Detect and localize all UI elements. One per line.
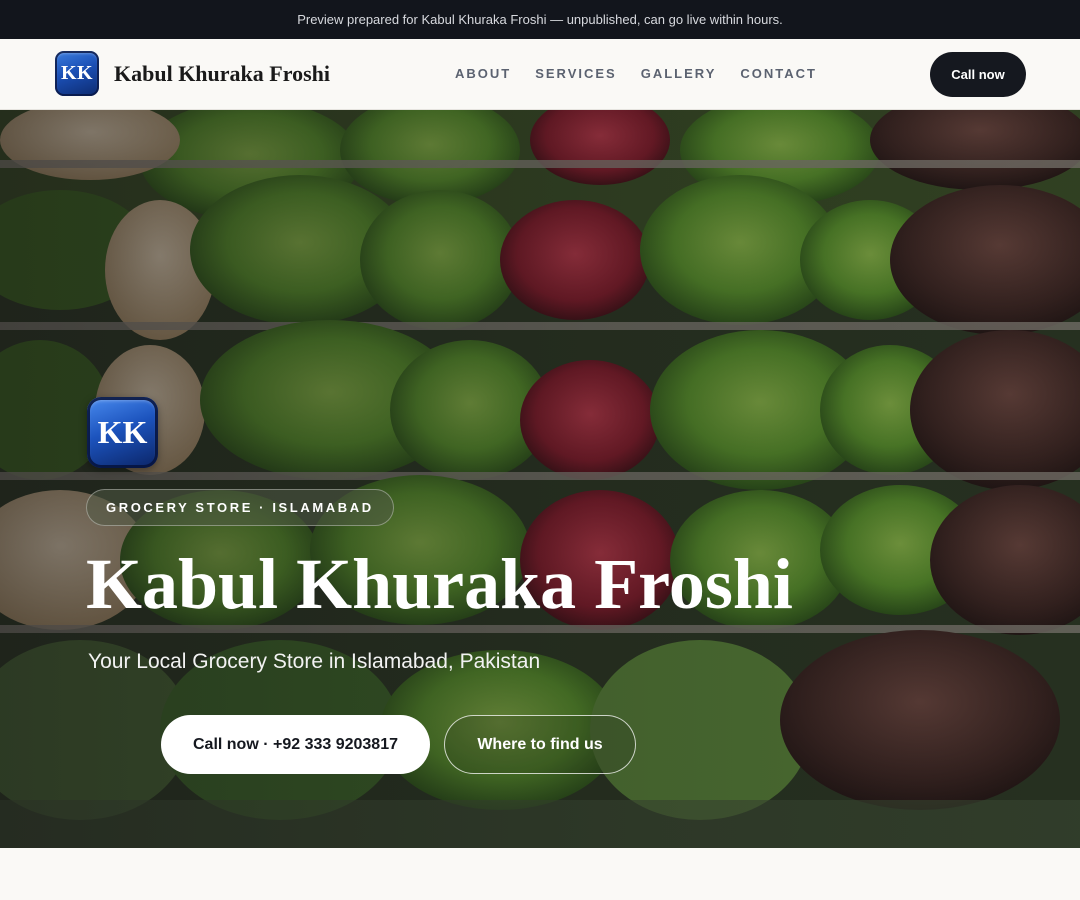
primary-nav: ABOUT SERVICES GALLERY CONTACT xyxy=(455,66,841,81)
hero-category-text: GROCERY STORE · ISLAMABAD xyxy=(106,500,374,515)
hero-category-badge: GROCERY STORE · ISLAMABAD xyxy=(86,489,394,526)
nav-call-button[interactable]: Call now xyxy=(930,52,1026,97)
hero-find-us-button[interactable]: Where to find us xyxy=(444,715,636,774)
brand-logo-text: KK xyxy=(60,62,94,84)
nav-link-services[interactable]: SERVICES xyxy=(535,66,617,81)
hero-title: Kabul Khuraka Froshi xyxy=(86,544,793,624)
nav-link-contact[interactable]: CONTACT xyxy=(740,66,817,81)
preview-banner: Preview prepared for Kabul Khuraka Frosh… xyxy=(0,0,1080,39)
next-section xyxy=(0,848,1080,900)
preview-banner-text: Preview prepared for Kabul Khuraka Frosh… xyxy=(297,12,783,27)
hero-section: KK GROCERY STORE · ISLAMABAD Kabul Khura… xyxy=(0,110,1080,848)
top-navbar: KK Kabul Khuraka Froshi ABOUT SERVICES G… xyxy=(0,39,1080,110)
hero-logo: KK xyxy=(87,397,158,468)
hero-call-button[interactable]: Call now · +92 333 9203817 xyxy=(161,715,430,774)
hero-logo-text: KK xyxy=(97,414,148,450)
brand-logo: KK xyxy=(55,51,99,96)
hero-subtitle: Your Local Grocery Store in Islamabad, P… xyxy=(88,650,541,673)
nav-link-about[interactable]: ABOUT xyxy=(455,66,511,81)
nav-link-gallery[interactable]: GALLERY xyxy=(641,66,717,81)
brand-name: Kabul Khuraka Froshi xyxy=(114,60,330,86)
brand-home-link[interactable]: KK Kabul Khuraka Froshi xyxy=(55,51,330,96)
